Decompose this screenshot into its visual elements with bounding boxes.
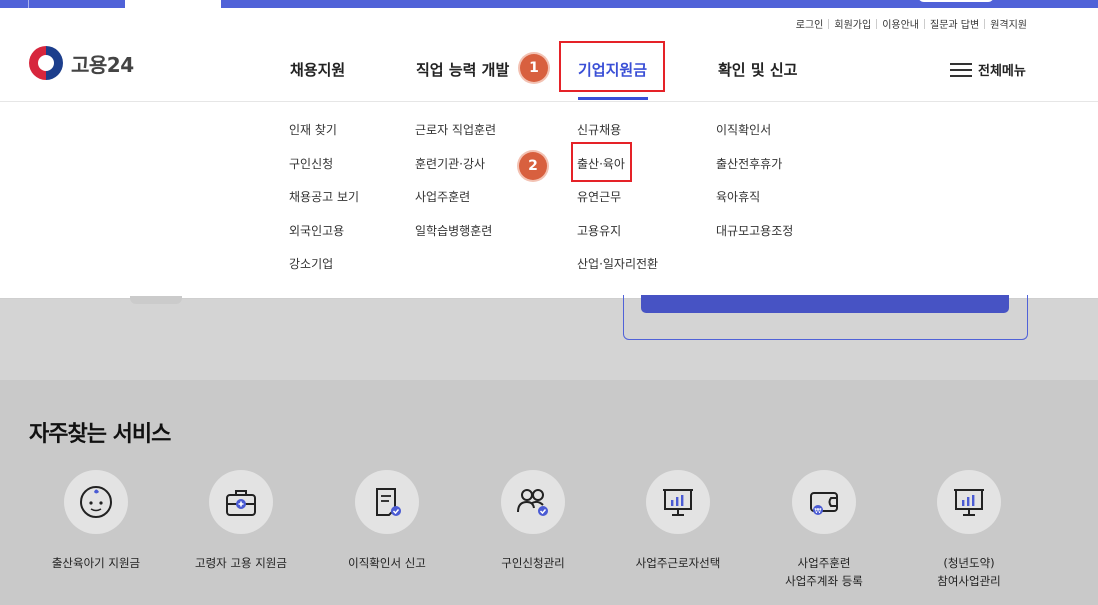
- service-item[interactable]: 고령자 고용 지원금: [168, 470, 314, 572]
- baby-icon: [64, 470, 128, 534]
- service-label: (청년도약) 참여사업관리: [937, 556, 1001, 588]
- service-label: 사업주훈련 사업주계좌 등록: [785, 556, 863, 588]
- service-label: 고령자 고용 지원금: [195, 556, 287, 570]
- menu-item[interactable]: 강소기업: [289, 256, 359, 290]
- wallet-icon: ₩: [792, 470, 856, 534]
- top-strip: [0, 0, 1098, 8]
- header: 로그인 회원가입 이용안내 질문과 답변 원격지원 고용24 채용지원 직업 능…: [0, 8, 1098, 102]
- background-card-button[interactable]: [641, 295, 1009, 313]
- menu-item[interactable]: 고용유지: [577, 223, 658, 257]
- services-title: 자주찾는 서비스: [29, 422, 171, 447]
- qna-link[interactable]: 질문과 답변: [930, 16, 979, 31]
- top-pill-button[interactable]: [918, 0, 994, 2]
- divider: [828, 18, 830, 29]
- dropdown-col-training: 근로자 직업훈련 훈련기관·강사 사업주훈련 일학습병행훈련: [415, 122, 496, 256]
- service-item[interactable]: 사업주근로자선택: [605, 470, 751, 572]
- service-item[interactable]: 출산육아기 지원금: [23, 470, 169, 572]
- presentation-chart-icon: [646, 470, 710, 534]
- background-login-card: [623, 295, 1028, 340]
- menu-item[interactable]: 근로자 직업훈련: [415, 122, 496, 156]
- menu-item-childbirth-childcare[interactable]: 출산·육아: [577, 156, 658, 190]
- gnb-check-report[interactable]: 확인 및 신고: [718, 59, 797, 80]
- service-item[interactable]: ₩ 사업주훈련 사업주계좌 등록: [751, 470, 897, 590]
- gnb-job-training[interactable]: 직업 능력 개발: [416, 59, 509, 80]
- menu-item[interactable]: 구인신청: [289, 156, 359, 190]
- menu-item[interactable]: 유연근무: [577, 189, 658, 223]
- background-tab: [130, 296, 182, 304]
- service-label: 출산육아기 지원금: [51, 556, 141, 570]
- top-bar-divider: [28, 0, 29, 8]
- login-link[interactable]: 로그인: [796, 16, 824, 31]
- signup-link[interactable]: 회원가입: [834, 16, 871, 31]
- dropdown-col-subsidy: 신규채용 출산·육아 유연근무 고용유지 산업·일자리전환: [577, 122, 658, 290]
- menu-item[interactable]: 대규모고용조정: [716, 223, 793, 257]
- first-aid-kit-icon: [209, 470, 273, 534]
- menu-item[interactable]: 채용공고 보기: [289, 189, 359, 223]
- service-label: 구인신청관리: [501, 556, 565, 570]
- logo[interactable]: 고용24: [29, 46, 134, 80]
- gnb-recruit[interactable]: 채용지원: [290, 59, 345, 80]
- menu-item[interactable]: 이직확인서: [716, 122, 793, 156]
- mega-menu-dropdown: 인재 찾기 구인신청 채용공고 보기 외국인고용 강소기업 근로자 직업훈련 훈…: [0, 102, 1098, 299]
- menu-item[interactable]: 훈련기관·강사: [415, 156, 496, 190]
- menu-item[interactable]: 인재 찾기: [289, 122, 359, 156]
- menu-item[interactable]: 외국인고용: [289, 223, 359, 257]
- menu-item[interactable]: 출산전후휴가: [716, 156, 793, 190]
- frequent-services-section: 자주찾는 서비스 출산육아기 지원금 고령자 고용 지원금 이직확인서 신고 구…: [0, 380, 1098, 605]
- gnb-active-underline: [578, 97, 648, 100]
- document-check-icon: [355, 470, 419, 534]
- menu-item[interactable]: 일학습병행훈련: [415, 223, 496, 257]
- menu-item[interactable]: 산업·일자리전환: [577, 256, 658, 290]
- service-label: 이직확인서 신고: [348, 556, 426, 570]
- service-label: 사업주근로자선택: [635, 556, 721, 570]
- dropdown-col-recruit: 인재 찾기 구인신청 채용공고 보기 외국인고용 강소기업: [289, 122, 359, 290]
- all-menu-button[interactable]: 전체메뉴: [950, 60, 1026, 79]
- hamburger-icon: [950, 62, 972, 78]
- people-check-icon: [501, 470, 565, 534]
- menu-item[interactable]: 사업주훈련: [415, 189, 496, 223]
- logo-text: 고용24: [71, 52, 134, 77]
- divider: [876, 18, 878, 29]
- divider: [924, 18, 925, 29]
- all-menu-label: 전체메뉴: [978, 64, 1026, 79]
- page: 로그인 회원가입 이용안내 질문과 답변 원격지원 고용24 채용지원 직업 능…: [0, 0, 1098, 605]
- guide-link[interactable]: 이용안내: [882, 16, 919, 31]
- service-item[interactable]: (청년도약) 참여사업관리: [896, 470, 1042, 590]
- divider: [984, 18, 986, 29]
- menu-item[interactable]: 신규채용: [577, 122, 658, 156]
- taegeuk-logo-icon: [29, 46, 63, 80]
- utility-nav: 로그인 회원가입 이용안내 질문과 답변 원격지원: [796, 16, 1027, 31]
- svg-text:₩: ₩: [815, 507, 822, 515]
- dropdown-col-report: 이직확인서 출산전후휴가 육아휴직 대규모고용조정: [716, 122, 793, 256]
- step-badge-1: 1: [520, 54, 548, 82]
- presentation-chart-icon: [937, 470, 1001, 534]
- menu-item[interactable]: 육아휴직: [716, 189, 793, 223]
- step-badge-2: 2: [519, 152, 547, 180]
- remote-support-link[interactable]: 원격지원: [990, 16, 1027, 31]
- gnb-business-subsidy[interactable]: 기업지원금: [578, 59, 647, 80]
- service-item[interactable]: 이직확인서 신고: [314, 470, 460, 572]
- service-item[interactable]: 구인신청관리: [460, 470, 606, 572]
- top-bar-left: [0, 0, 125, 8]
